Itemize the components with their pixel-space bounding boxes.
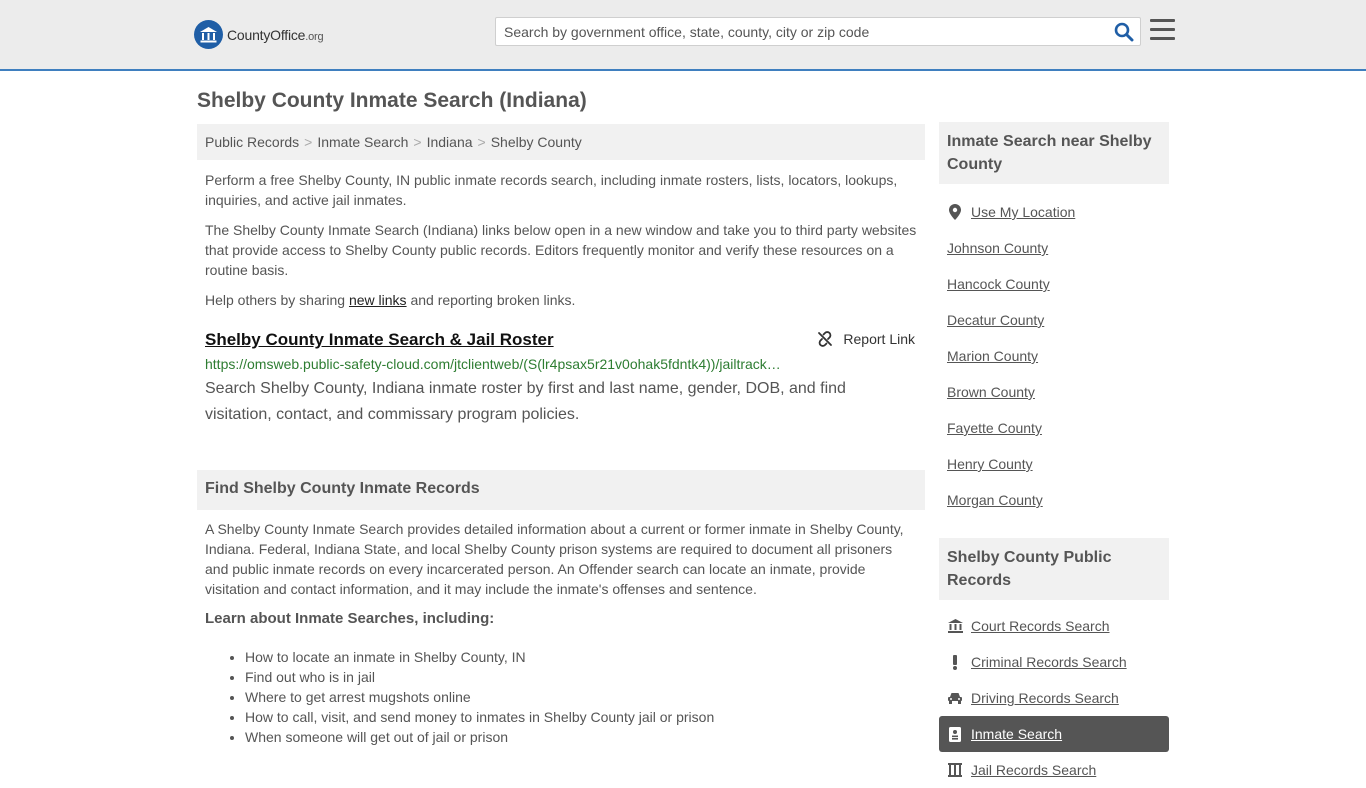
public-records-block: Shelby County Public Records Court Recor… — [939, 538, 1169, 788]
sidebar-item-label[interactable]: Criminal Records Search — [971, 654, 1127, 670]
sidebar-item-label[interactable]: Brown County — [947, 384, 1035, 400]
main-content: Public Records > Inmate Search > Indiana > She… — [197, 124, 925, 747]
intro-paragraph-3: Help others by sharing new links and rep… — [205, 292, 576, 308]
sidebar-item-label[interactable]: Morgan County — [947, 492, 1043, 508]
sidebar-item-label[interactable]: Inmate Search — [971, 726, 1062, 742]
sidebar-item-johnson-county[interactable]: Johnson County — [939, 230, 1169, 266]
learn-heading: Learn about Inmate Searches, including: — [205, 610, 495, 627]
search-button[interactable] — [1114, 22, 1134, 42]
search-box — [495, 17, 1141, 46]
list-item: Where to get arrest mugshots online — [245, 687, 925, 707]
list-item: Find out who is in jail — [245, 667, 925, 687]
sidebar-item-label[interactable]: Marion County — [947, 348, 1038, 364]
sidebar-item-court-records[interactable]: Court Records Search — [939, 608, 1169, 644]
broken-link-icon — [818, 331, 833, 347]
exclamation-icon — [947, 654, 963, 670]
sidebar-item-henry-county[interactable]: Henry County — [939, 446, 1169, 482]
sidebar-item-label[interactable]: Driving Records Search — [971, 690, 1119, 706]
report-link-label: Report Link — [843, 331, 915, 347]
sidebar-item-label[interactable]: Fayette County — [947, 420, 1042, 436]
car-icon — [947, 692, 963, 704]
sidebar-item-label[interactable]: Decatur County — [947, 312, 1044, 328]
search-input[interactable] — [504, 21, 1104, 43]
search-icon — [1114, 22, 1134, 42]
id-card-icon — [947, 726, 963, 742]
logo-seal-icon — [194, 20, 223, 49]
result-url[interactable]: https://omsweb.public-safety-cloud.com/j… — [205, 356, 917, 372]
sidebar: Inmate Search near Shelby County Use My … — [939, 122, 1169, 788]
list-item: How to locate an inmate in Shelby County… — [245, 647, 925, 667]
hamburger-menu-icon[interactable] — [1150, 19, 1175, 41]
result-title-link[interactable]: Shelby County Inmate Search & Jail Roste… — [205, 330, 554, 349]
sidebar-item-label[interactable]: Court Records Search — [971, 618, 1110, 634]
jail-icon — [947, 763, 963, 777]
sidebar-item-brown-county[interactable]: Brown County — [939, 374, 1169, 410]
search-result: Shelby County Inmate Search & Jail Roste… — [197, 330, 925, 428]
section-paragraph: A Shelby County Inmate Search provides d… — [205, 521, 904, 597]
sidebar-item-fayette-county[interactable]: Fayette County — [939, 410, 1169, 446]
public-records-list: Court Records Search Criminal Records Se… — [939, 608, 1169, 788]
sidebar-item-marion-county[interactable]: Marion County — [939, 338, 1169, 374]
breadcrumb-public-records[interactable]: Public Records — [205, 134, 299, 150]
breadcrumb-indiana[interactable]: Indiana — [427, 134, 473, 150]
sidebar-heading-nearby: Inmate Search near Shelby County — [939, 122, 1169, 184]
top-header: CountyOffice.org — [0, 0, 1366, 71]
learn-list: How to locate an inmate in Shelby County… — [197, 647, 925, 747]
sidebar-item-jail-records[interactable]: Jail Records Search — [939, 752, 1169, 788]
logo-text: CountyOffice.org — [227, 26, 324, 43]
intro-paragraph-1: Perform a free Shelby County, IN public … — [205, 172, 898, 208]
sidebar-item-decatur-county[interactable]: Decatur County — [939, 302, 1169, 338]
page-title: Shelby County Inmate Search (Indiana) — [197, 89, 587, 112]
section-heading-inmate-records: Find Shelby County Inmate Records — [197, 470, 925, 510]
sidebar-item-morgan-county[interactable]: Morgan County — [939, 482, 1169, 518]
sidebar-item-label[interactable]: Johnson County — [947, 240, 1048, 256]
site-logo[interactable]: CountyOffice.org — [194, 20, 324, 49]
new-links-link[interactable]: new links — [349, 292, 407, 308]
section-body: A Shelby County Inmate Search provides d… — [197, 519, 925, 747]
breadcrumb-shelby-county[interactable]: Shelby County — [491, 134, 582, 150]
breadcrumb-inmate-search[interactable]: Inmate Search — [317, 134, 408, 150]
nearby-county-list: Use My Location Johnson County Hancock C… — [939, 194, 1169, 518]
map-marker-icon — [947, 204, 963, 220]
sidebar-item-label[interactable]: Hancock County — [947, 276, 1050, 292]
list-item: How to call, visit, and send money to in… — [245, 707, 925, 727]
intro-text: Perform a free Shelby County, IN public … — [197, 170, 925, 310]
sidebar-item-criminal-records[interactable]: Criminal Records Search — [939, 644, 1169, 680]
intro-paragraph-2: The Shelby County Inmate Search (Indiana… — [205, 222, 917, 278]
result-description: Search Shelby County, Indiana inmate ros… — [205, 380, 846, 423]
list-item: When someone will get out of jail or pri… — [245, 727, 925, 747]
breadcrumb: Public Records > Inmate Search > Indiana > She… — [197, 124, 925, 160]
sidebar-item-inmate-search[interactable]: Inmate Search — [939, 716, 1169, 752]
sidebar-item-label[interactable]: Use My Location — [971, 204, 1075, 220]
sidebar-item-hancock-county[interactable]: Hancock County — [939, 266, 1169, 302]
report-link-button[interactable]: Report Link — [817, 331, 915, 347]
sidebar-item-label[interactable]: Jail Records Search — [971, 762, 1096, 778]
sidebar-item-label[interactable]: Henry County — [947, 456, 1033, 472]
sidebar-item-driving-records[interactable]: Driving Records Search — [939, 680, 1169, 716]
courthouse-icon — [947, 619, 963, 633]
sidebar-heading-public-records: Shelby County Public Records — [939, 538, 1169, 600]
sidebar-item-use-my-location[interactable]: Use My Location — [939, 194, 1169, 230]
